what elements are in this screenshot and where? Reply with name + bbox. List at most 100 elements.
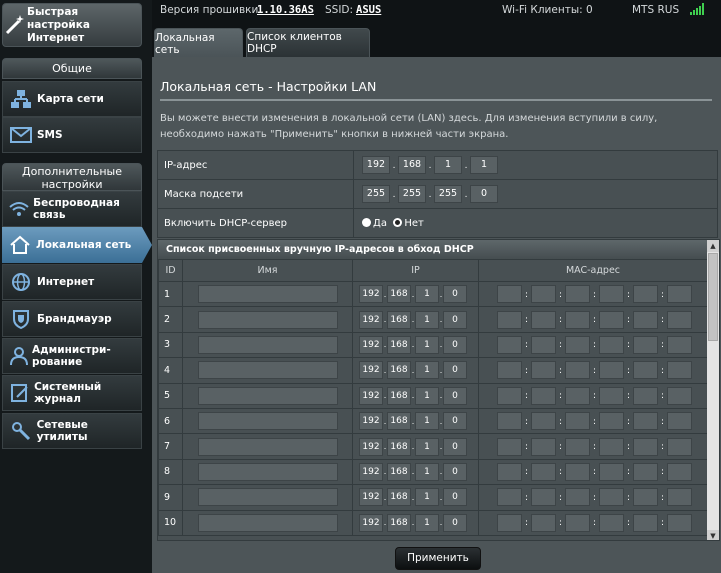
name-input[interactable] — [197, 462, 338, 481]
mac-octet-input[interactable] — [497, 513, 522, 532]
mac-octet-input[interactable] — [633, 386, 658, 405]
ip-octet-input[interactable]: 1 — [470, 156, 498, 174]
mac-octet-input[interactable] — [565, 285, 590, 304]
tab-lan[interactable]: Локальная сеть — [154, 28, 243, 58]
sidebar-item-wireless[interactable]: Беспроводная связь — [2, 191, 142, 227]
mac-octet-input[interactable] — [531, 335, 556, 354]
ip-octet-input[interactable]: 0 — [443, 513, 467, 532]
ip-octet-input[interactable]: 168 — [387, 488, 411, 507]
mac-octet-input[interactable] — [531, 437, 556, 456]
ip-octet-input[interactable]: 168 — [398, 156, 426, 174]
sidebar-item-network-map[interactable]: Карта сети — [2, 81, 142, 117]
ip-octet-input[interactable]: 192 — [359, 412, 383, 431]
ip-octet-input[interactable]: 192 — [359, 310, 383, 329]
ip-octet-input[interactable]: 1 — [415, 285, 439, 304]
mac-octet-input[interactable] — [667, 513, 692, 532]
ip-octet-input[interactable]: 168 — [387, 513, 411, 532]
name-input[interactable] — [197, 386, 338, 405]
mac-octet-input[interactable] — [633, 335, 658, 354]
mac-octet-input[interactable] — [531, 513, 556, 532]
mac-octet-input[interactable] — [599, 285, 624, 304]
ip-octet-input[interactable]: 192 — [359, 488, 383, 507]
sidebar-item-internet[interactable]: Интернет — [2, 264, 142, 300]
mac-octet-input[interactable] — [497, 412, 522, 431]
mac-octet-input[interactable] — [667, 386, 692, 405]
mac-octet-input[interactable] — [565, 462, 590, 481]
ip-octet-input[interactable]: 0 — [443, 437, 467, 456]
ip-octet-input[interactable]: 0 — [443, 361, 467, 380]
mac-octet-input[interactable] — [599, 386, 624, 405]
mac-octet-input[interactable] — [531, 412, 556, 431]
sidebar-item-lan[interactable]: Локальная сеть — [2, 227, 152, 263]
mask-octet-input[interactable]: 255 — [398, 185, 426, 203]
dhcp-no-radio[interactable] — [393, 218, 403, 227]
name-input[interactable] — [197, 285, 338, 304]
mask-octet-input[interactable]: 0 — [470, 185, 498, 203]
mac-octet-input[interactable] — [565, 310, 590, 329]
ip-octet-input[interactable]: 0 — [443, 285, 467, 304]
ip-octet-input[interactable]: 0 — [443, 386, 467, 405]
ip-octet-input[interactable]: 1 — [415, 310, 439, 329]
sidebar-item-administration[interactable]: Администри-рование — [2, 338, 142, 374]
sidebar-item-sms[interactable]: SMS — [2, 117, 142, 153]
mac-octet-input[interactable] — [599, 513, 624, 532]
ip-octet-input[interactable]: 192 — [359, 361, 383, 380]
name-input[interactable] — [197, 488, 338, 507]
dhcp-yes-radio[interactable] — [362, 218, 371, 227]
mac-octet-input[interactable] — [667, 488, 692, 507]
ip-octet-input[interactable]: 0 — [443, 310, 467, 329]
mac-octet-input[interactable] — [531, 488, 556, 507]
mac-octet-input[interactable] — [667, 462, 692, 481]
mac-octet-input[interactable] — [667, 285, 692, 304]
ip-octet-input[interactable]: 0 — [443, 335, 467, 354]
ip-octet-input[interactable]: 1 — [415, 361, 439, 380]
ip-octet-input[interactable]: 1 — [415, 513, 439, 532]
mask-octet-input[interactable]: 255 — [362, 185, 390, 203]
ssid-link[interactable]: ASUS — [356, 4, 381, 16]
mac-octet-input[interactable] — [667, 412, 692, 431]
ip-octet-input[interactable]: 168 — [387, 310, 411, 329]
mac-octet-input[interactable] — [497, 310, 522, 329]
ip-octet-input[interactable]: 168 — [387, 437, 411, 456]
ip-octet-input[interactable]: 192 — [359, 386, 383, 405]
ip-octet-input[interactable]: 1 — [415, 462, 439, 481]
mac-octet-input[interactable] — [497, 462, 522, 481]
mac-octet-input[interactable] — [667, 335, 692, 354]
ip-octet-input[interactable]: 1 — [434, 156, 462, 174]
list-scrollbar[interactable]: ▲ ▼ — [707, 240, 719, 540]
mac-octet-input[interactable] — [599, 412, 624, 431]
scroll-down-icon[interactable]: ▼ — [707, 530, 719, 540]
ip-octet-input[interactable]: 168 — [387, 285, 411, 304]
mac-octet-input[interactable] — [633, 285, 658, 304]
mac-octet-input[interactable] — [633, 310, 658, 329]
ip-octet-input[interactable]: 1 — [415, 386, 439, 405]
mask-octet-input[interactable]: 255 — [434, 185, 462, 203]
mac-octet-input[interactable] — [633, 488, 658, 507]
mac-octet-input[interactable] — [599, 310, 624, 329]
mac-octet-input[interactable] — [497, 488, 522, 507]
mac-octet-input[interactable] — [599, 335, 624, 354]
ip-octet-input[interactable]: 192 — [362, 156, 390, 174]
ip-octet-input[interactable]: 1 — [415, 335, 439, 354]
name-input[interactable] — [197, 513, 338, 532]
mac-octet-input[interactable] — [667, 361, 692, 380]
mac-octet-input[interactable] — [565, 513, 590, 532]
ip-octet-input[interactable]: 168 — [387, 335, 411, 354]
mac-octet-input[interactable] — [531, 361, 556, 380]
ip-octet-input[interactable]: 168 — [387, 462, 411, 481]
mac-octet-input[interactable] — [497, 335, 522, 354]
mac-octet-input[interactable] — [667, 437, 692, 456]
ip-octet-input[interactable]: 1 — [415, 412, 439, 431]
sidebar-item-firewall[interactable]: Брандмауэр — [2, 301, 142, 337]
ip-octet-input[interactable]: 168 — [387, 386, 411, 405]
mac-octet-input[interactable] — [599, 488, 624, 507]
mac-octet-input[interactable] — [497, 361, 522, 380]
ip-octet-input[interactable]: 192 — [359, 513, 383, 532]
mac-octet-input[interactable] — [565, 412, 590, 431]
mac-octet-input[interactable] — [599, 462, 624, 481]
ip-octet-input[interactable]: 1 — [415, 488, 439, 507]
ip-octet-input[interactable]: 192 — [359, 437, 383, 456]
mac-octet-input[interactable] — [565, 437, 590, 456]
ip-octet-input[interactable]: 192 — [359, 285, 383, 304]
scroll-up-icon[interactable]: ▲ — [707, 240, 719, 252]
